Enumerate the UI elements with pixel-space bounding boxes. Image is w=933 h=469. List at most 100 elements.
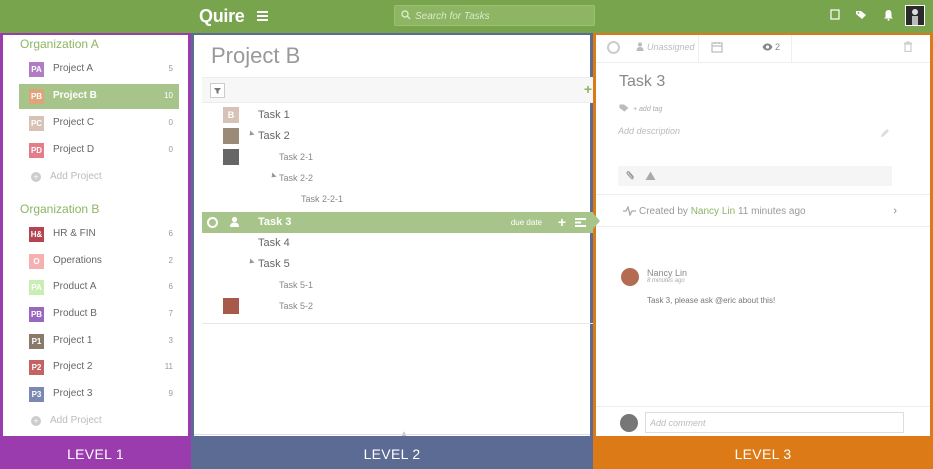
expand-triangle-icon[interactable] [247, 130, 255, 138]
complete-checkbox[interactable] [207, 217, 218, 228]
add-project-label: Add Project [50, 171, 102, 182]
level-1-label: LEVEL 1 [0, 439, 191, 469]
sidebar-item-product-b[interactable]: PB Product B 7 [19, 302, 179, 327]
sidebar-item-hr-fin[interactable]: H& HR & FIN 6 [19, 222, 179, 247]
divider [791, 35, 792, 63]
current-user-avatar [620, 414, 638, 432]
project-count: 2 [168, 256, 173, 265]
activity-row[interactable]: Created by Nancy Lin 11 minutes ago › [596, 194, 930, 227]
task-row[interactable]: B Task 1 [202, 105, 594, 126]
add-subtask-button[interactable]: + [558, 214, 566, 230]
project-count: 6 [168, 229, 173, 238]
hamburger-menu-icon[interactable] [257, 11, 268, 21]
level-3-label: LEVEL 3 [593, 439, 933, 469]
add-project-button[interactable]: + Add Project [31, 171, 102, 182]
filter-button[interactable] [210, 83, 225, 98]
comment-author[interactable]: Nancy Lin [647, 268, 687, 278]
task-row[interactable]: Task 2 [202, 126, 594, 147]
task-row[interactable]: Task 2-1 [202, 147, 594, 168]
add-project-label: Add Project [50, 415, 102, 426]
page-title[interactable]: Project B [211, 43, 300, 69]
task-row-selected[interactable]: Task 3 due date + [202, 212, 594, 233]
sidebar-item-operations[interactable]: O Operations 2 [19, 249, 179, 274]
add-task-button[interactable]: + [584, 81, 592, 97]
cloud-drive-icon[interactable] [645, 171, 656, 181]
org-heading-b[interactable]: Organization B [20, 202, 99, 216]
task-name: Task 1 [258, 109, 290, 121]
plus-icon: + [31, 172, 41, 182]
task-menu-icon[interactable] [575, 218, 586, 227]
add-tag-link[interactable]: + add tag [633, 106, 662, 113]
sidebar-item-project-b[interactable]: PB Project B 10 [19, 84, 179, 109]
task-name: Task 2 [258, 130, 290, 142]
task-title[interactable]: Task 3 [619, 73, 665, 91]
task-name: Task 2-2 [279, 173, 314, 183]
project-name: HR & FIN [53, 228, 96, 239]
task-name: Task 5-1 [279, 280, 314, 290]
assignee-button[interactable]: Unassigned [636, 42, 695, 52]
task-row[interactable]: Task 5 [202, 254, 594, 275]
search-input[interactable] [415, 8, 590, 24]
task-row[interactable]: Task 2-2-1 [202, 189, 594, 210]
tag-icon[interactable] [855, 9, 868, 20]
project-count: 9 [168, 389, 173, 398]
watchers-button[interactable]: 2 [762, 42, 780, 52]
assignee-icon[interactable] [229, 216, 240, 228]
project-count: 10 [164, 91, 173, 100]
sidebar-item-project-d[interactable]: PD Project D 0 [19, 138, 179, 163]
search-box[interactable] [394, 5, 595, 26]
bell-icon[interactable] [883, 9, 894, 21]
complete-checkbox[interactable] [607, 41, 620, 54]
project-badge: O [29, 254, 44, 269]
comment-text: Task 3, please ask @eric about this! [647, 296, 776, 305]
project-name: Project C [53, 117, 95, 128]
project-count: 7 [168, 309, 173, 318]
inbox-icon[interactable] [830, 9, 840, 20]
user-avatar[interactable] [905, 5, 925, 26]
app-logo[interactable]: Quire [199, 6, 245, 27]
org-heading-a[interactable]: Organization A [20, 37, 99, 51]
expand-triangle-icon[interactable] [269, 172, 277, 180]
sidebar-item-project-2[interactable]: P2 Project 2 11 [19, 355, 179, 380]
sidebar-item-project-1[interactable]: P1 Project 1 3 [19, 329, 179, 354]
task-row[interactable]: Task 2-2 [202, 168, 594, 189]
pencil-icon[interactable] [880, 128, 890, 138]
avatar [223, 128, 239, 144]
task-row[interactable]: Task 4 [202, 233, 594, 254]
task-row[interactable]: Task 5-1 [202, 275, 594, 296]
task-row[interactable]: Task 5-2 [202, 296, 594, 317]
task-name: Task 2-1 [279, 152, 314, 162]
calendar-icon[interactable] [711, 41, 723, 53]
project-badge: PB [29, 89, 44, 104]
sidebar-item-project-c[interactable]: PC Project C 0 [19, 111, 179, 136]
paperclip-icon[interactable] [626, 170, 636, 181]
trash-icon[interactable] [903, 41, 913, 52]
divider [698, 35, 699, 63]
comment-time: 8 minutes ago [647, 278, 685, 284]
project-badge: PC [29, 116, 44, 131]
project-name: Operations [53, 255, 102, 266]
organizations-sidebar: Organization A PA Project A 5 PB Project… [0, 33, 191, 439]
sidebar-item-product-a[interactable]: PA Product A 6 [19, 275, 179, 300]
activity-user[interactable]: Nancy Lin [691, 206, 735, 217]
add-comment-input[interactable] [645, 412, 904, 433]
task-list-panel: Project B + B Task 1 Task 2 Task 2-1 Tas… [191, 33, 594, 439]
watchers-count: 2 [775, 42, 781, 52]
chevron-right-icon[interactable]: › [893, 205, 897, 217]
activity-prefix: Created by [639, 206, 688, 217]
sidebar-item-project-3[interactable]: P3 Project 3 9 [19, 382, 179, 407]
project-name: Project 3 [53, 388, 93, 399]
tags-row[interactable]: + add tag [619, 104, 662, 113]
filter-icon [214, 88, 221, 94]
add-project-button[interactable]: + Add Project [31, 415, 102, 426]
task-detail-panel: Unassigned 2 Task 3 + add tag Add descri… [593, 33, 933, 439]
description-field[interactable]: Add description [618, 126, 680, 136]
due-date-button[interactable]: due date [511, 218, 542, 227]
expand-triangle-icon[interactable] [247, 258, 255, 266]
activity-icon [623, 206, 636, 216]
sidebar-item-project-a[interactable]: PA Project A 5 [19, 57, 179, 82]
project-badge: PA [29, 280, 44, 295]
project-badge: PB [29, 307, 44, 322]
assignee-label: Unassigned [647, 42, 695, 52]
avatar [223, 149, 239, 165]
